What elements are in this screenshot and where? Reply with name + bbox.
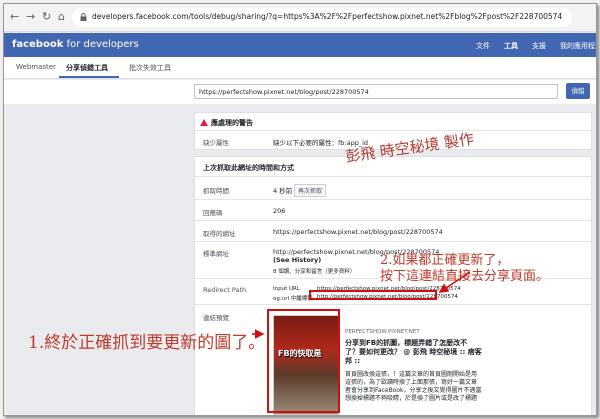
warnings-title: 應處理的警告 <box>211 119 253 127</box>
engagement-note[interactable]: 8 個讚、分享和留言（更多資料） <box>273 267 355 275</box>
ogurl-label: og:url 中繼標籤 <box>273 296 313 302</box>
preview-image-highlight-box <box>267 309 340 413</box>
lock-icon <box>80 13 87 21</box>
canonical-url-label: 標準網址 <box>203 250 229 258</box>
tab-batch-invalidator[interactable]: 批次失效工具 <box>129 63 171 73</box>
divider <box>195 130 591 131</box>
debug-input-row: 偵錯 <box>4 80 596 104</box>
response-code-label: 回應碼 <box>203 209 223 217</box>
tool-tabs: Webmaster 分享偵錯工具 批次失效工具 <box>4 57 596 79</box>
preview-domain: PERFECTSHOW.PIXNET.NET <box>345 329 420 335</box>
preview-description-line: 想換掉標題不夠吸睛，於是換了圖片或是改了標題 <box>345 395 478 402</box>
nav-docs[interactable]: 文件 <box>476 41 490 51</box>
fetched-url-value[interactable]: https://perfectshow.pixnet.net/blog/post… <box>273 228 443 236</box>
redirect-path-label: Redirect Path <box>203 286 247 294</box>
debug-button[interactable]: 偵錯 <box>566 83 590 99</box>
fetched-time-value: 4 秒前 <box>273 187 293 195</box>
preview-title-line[interactable]: 邦 :: <box>345 356 360 366</box>
link-preview-label: 連結預覽 <box>203 314 229 322</box>
scrape-title: 上次抓取此網址的時間和方式 <box>203 164 294 172</box>
forward-icon[interactable]: → <box>26 11 35 23</box>
fb-dev-header: facebook for developers 文件 工具 支援 我的應用程式 <box>4 33 596 57</box>
warning-icon <box>200 119 208 126</box>
scrape-info-panel: 上次抓取此網址的時間和方式 抓取時間 4 秒前 再次抓取 回應碼 206 取得的… <box>194 156 592 415</box>
divider <box>195 241 591 242</box>
fb-developers-logo[interactable]: facebook for developers <box>12 39 139 50</box>
logo-rest: for developers <box>63 39 139 50</box>
nav-my-apps[interactable]: 我的應用程式 <box>560 41 596 51</box>
nav-tools[interactable]: 工具 <box>504 41 518 51</box>
address-bar[interactable]: developers.facebook.com/tools/debug/shar… <box>72 8 572 27</box>
screenshot-frame: ← → ↻ ⌂ developers.facebook.com/tools/de… <box>3 3 597 416</box>
url-input[interactable] <box>194 84 558 99</box>
see-history-link[interactable]: (See History) <box>273 256 321 264</box>
tab-webmaster[interactable]: Webmaster <box>16 63 56 71</box>
annotation-note-1: 1.終於正確抓到要更新的圖了。 <box>28 333 266 353</box>
preview-title-line[interactable]: 了？要如何更改？ @ 彭飛 時空秘境 :: 痞客 <box>345 347 482 357</box>
browser-toolbar: ← → ↻ ⌂ developers.facebook.com/tools/de… <box>4 4 596 32</box>
response-code-value: 206 <box>273 207 286 215</box>
nav-support[interactable]: 支援 <box>532 41 546 51</box>
annotation-note-2b: 按下這連結直接去分享頁面。 <box>380 269 550 284</box>
warning-label: 缺少屬性 <box>203 139 229 147</box>
back-icon[interactable]: ← <box>10 11 19 23</box>
input-url-label: Input URL <box>273 286 300 292</box>
divider <box>195 304 591 305</box>
og-url-highlight-box <box>309 290 437 300</box>
divider <box>195 199 591 200</box>
rescrape-button[interactable]: 再次抓取 <box>294 184 327 197</box>
logo-bold: facebook <box>12 39 64 50</box>
address-bar-url: developers.facebook.com/tools/debug/shar… <box>92 12 563 21</box>
fetched-time-label: 抓取時間 <box>203 187 229 195</box>
divider <box>195 176 591 177</box>
divider <box>195 220 591 221</box>
reload-icon[interactable]: ↻ <box>42 11 51 23</box>
fetched-url-label: 取得的網址 <box>203 230 236 238</box>
active-tab-indicator <box>59 76 119 78</box>
home-icon[interactable]: ⌂ <box>58 11 65 23</box>
tab-sharing-debugger[interactable]: 分享偵錯工具 <box>66 63 108 73</box>
